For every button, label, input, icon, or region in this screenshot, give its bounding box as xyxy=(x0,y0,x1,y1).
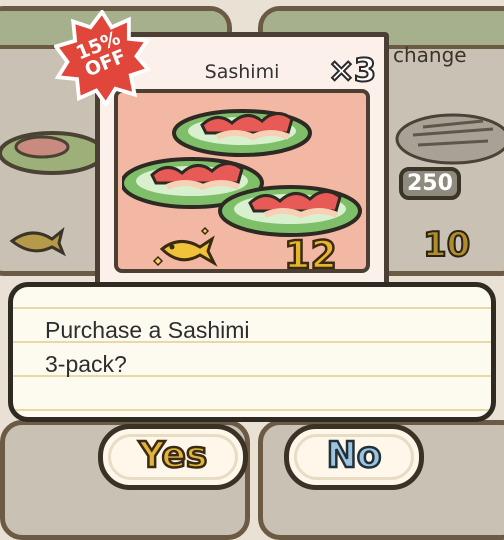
price-badge: 250 xyxy=(399,167,461,200)
yes-button-label: Yes xyxy=(137,434,208,478)
dialog-message: Purchase a Sashimi 3-pack? xyxy=(45,313,250,381)
divider xyxy=(13,307,491,309)
purchase-dialog: Purchase a Sashimi 3-pack? xyxy=(8,282,496,422)
sushi-plate-icon xyxy=(0,131,106,175)
dried-fish-icon xyxy=(152,227,218,267)
item-quantity: ×3 xyxy=(327,50,377,90)
dialog-message-line2: 3-pack? xyxy=(45,351,127,377)
divider xyxy=(13,409,491,411)
dialog-message-line1: Purchase a Sashimi xyxy=(45,317,250,343)
shop-card-price: 10 xyxy=(422,224,471,266)
sashimi-plates-icon xyxy=(122,109,362,237)
fish-pile-icon xyxy=(395,113,504,165)
no-button[interactable]: No xyxy=(284,424,424,490)
item-price: 12 xyxy=(283,232,338,279)
shop-card-title: change xyxy=(393,43,467,67)
no-button-label: No xyxy=(325,434,382,478)
dried-fish-icon xyxy=(9,227,66,257)
yes-button[interactable]: Yes xyxy=(98,424,248,490)
